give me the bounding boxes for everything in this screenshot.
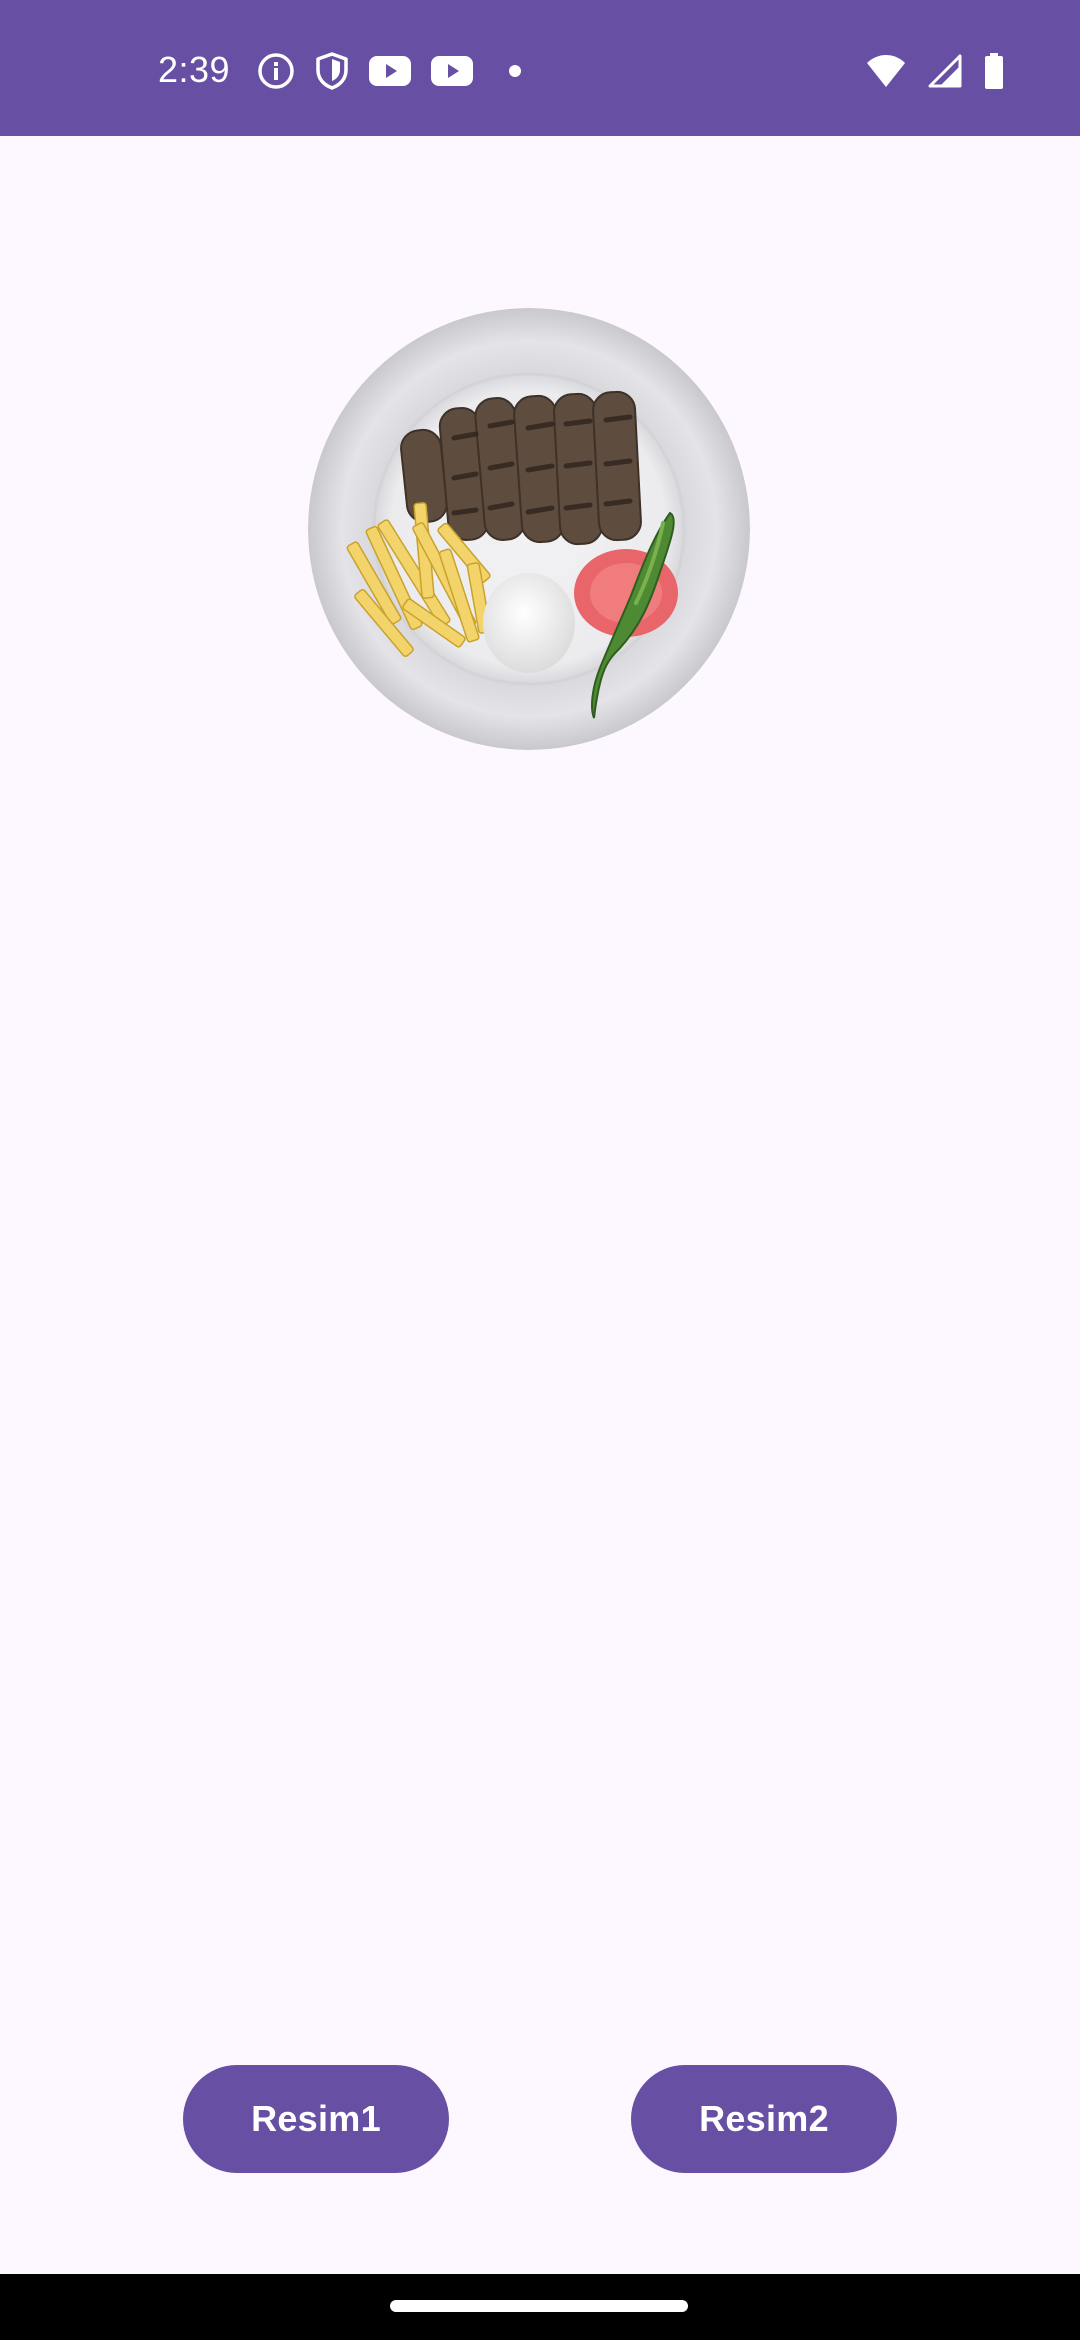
battery-icon — [985, 53, 1003, 89]
app-screen: 2:39 Resim1 Resim2 — [0, 0, 1080, 2340]
food-plate-image — [308, 308, 750, 750]
status-time: 2:39 — [158, 49, 231, 90]
notification-icons — [256, 50, 530, 92]
youtube-icon — [369, 56, 411, 86]
wifi-icon — [867, 55, 905, 87]
resim1-button[interactable]: Resim1 — [183, 2065, 449, 2173]
shield-icon — [316, 52, 348, 90]
info-icon — [258, 53, 294, 89]
cellular-signal-icon — [928, 54, 962, 88]
resim2-button[interactable]: Resim2 — [631, 2065, 897, 2173]
system-icons — [866, 50, 1004, 92]
navigation-bar — [0, 2274, 1080, 2340]
dot-icon — [509, 65, 521, 77]
youtube-icon — [431, 56, 473, 86]
home-gesture-handle[interactable] — [390, 2300, 688, 2312]
status-bar: 2:39 — [0, 0, 1080, 136]
